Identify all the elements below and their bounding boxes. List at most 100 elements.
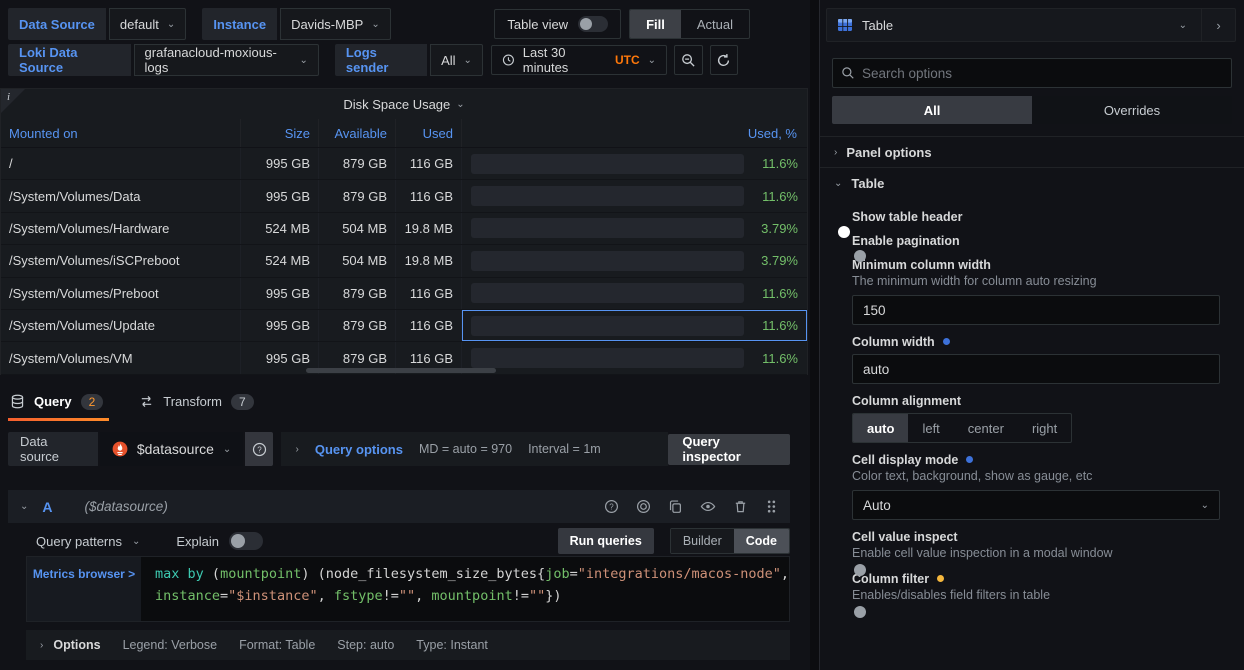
main-area: Data Source default⌄ Instance Davids-MBP…: [0, 0, 818, 670]
code-token: !=: [513, 588, 529, 604]
actual-option[interactable]: Actual: [681, 10, 749, 38]
option-description: Color text, background, show as gauge, e…: [852, 469, 1220, 485]
help-circle-icon[interactable]: ?: [604, 499, 619, 514]
explain-switch[interactable]: [229, 532, 263, 550]
metrics-browser-link[interactable]: Metrics browser >: [33, 567, 135, 581]
pane-divider[interactable]: [810, 0, 819, 670]
query-ref-id[interactable]: A: [42, 499, 52, 515]
align-right-option[interactable]: right: [1018, 414, 1071, 442]
drag-handle-icon[interactable]: [765, 499, 778, 514]
cell-used-pct-gauge[interactable]: 3.79%: [462, 213, 807, 244]
table-view-toggle-box: Table view: [494, 9, 621, 39]
cell-size: 995 GB: [241, 278, 319, 309]
align-left-option[interactable]: left: [908, 414, 953, 442]
chevron-right-icon: ›: [834, 147, 837, 158]
chevron-right-icon[interactable]: ›: [295, 444, 298, 455]
align-center-option[interactable]: center: [954, 414, 1018, 442]
cell-used-pct-gauge[interactable]: 11.6%: [462, 278, 807, 309]
section-label: Table: [851, 176, 884, 191]
panel-header[interactable]: Disk Space Usage ⌄: [1, 89, 807, 119]
datasource-help-button[interactable]: ?: [245, 432, 273, 466]
gauge-track: [471, 186, 744, 206]
explain-label: Explain: [176, 534, 219, 549]
cell-used-pct-gauge[interactable]: 11.6%: [462, 148, 807, 179]
query-options-footer[interactable]: › Options Legend: Verbose Format: Table …: [26, 630, 790, 660]
visualization-picker[interactable]: Table ⌄ ›: [826, 8, 1236, 42]
section-panel-options[interactable]: › Panel options: [820, 137, 1244, 167]
promql-code[interactable]: max by (mountpoint) (node_filesystem_siz…: [141, 557, 789, 621]
variable-label: Logs sender: [335, 44, 427, 76]
expand-pane-button[interactable]: ›: [1201, 9, 1235, 41]
duplicate-icon[interactable]: [668, 499, 683, 514]
chevron-down-icon[interactable]: ⌄: [1165, 20, 1201, 31]
trash-icon[interactable]: [733, 499, 748, 514]
cell-used-pct-gauge[interactable]: 3.79%: [462, 245, 807, 276]
time-controls: Last 30 minutes UTC ⌄: [491, 45, 738, 75]
cell-display-mode-select[interactable]: Auto ⌄: [852, 490, 1220, 520]
table-row[interactable]: /System/Volumes/Update995 GB879 GB116 GB…: [1, 310, 807, 342]
variable-label: Data Source: [8, 8, 106, 40]
variable-value-dropdown[interactable]: default⌄: [109, 8, 186, 40]
column-header-available[interactable]: Available: [319, 119, 396, 147]
table-row[interactable]: /System/Volumes/Preboot995 GB879 GB116 G…: [1, 278, 807, 310]
tab-overrides[interactable]: Overrides: [1032, 96, 1232, 124]
zoom-out-icon: [681, 53, 696, 68]
table-view-switch[interactable]: [578, 16, 608, 32]
type-setting: Type: Instant: [416, 638, 488, 652]
code-option[interactable]: Code: [734, 529, 789, 553]
datasource-picker[interactable]: $datasource ⌄: [100, 432, 243, 466]
transform-icon: [139, 394, 154, 409]
cell-size: 995 GB: [241, 310, 319, 341]
variable-value-dropdown[interactable]: Davids-MBP⌄: [280, 8, 391, 40]
tab-all[interactable]: All: [832, 96, 1032, 124]
table-row[interactable]: /995 GB879 GB116 GB11.6%: [1, 148, 807, 180]
used-percent-value: 11.6%: [754, 189, 798, 204]
column-header-used[interactable]: Used: [396, 119, 462, 147]
cell-size: 995 GB: [241, 148, 319, 179]
option-label: Column filter: [852, 571, 1220, 586]
run-queries-button[interactable]: Run queries: [558, 528, 654, 554]
cell-used-pct-gauge[interactable]: 11.6%: [462, 310, 807, 341]
column-header-size[interactable]: Size: [241, 119, 319, 147]
table-row[interactable]: /System/Volumes/iSCPreboot524 MB504 MB19…: [1, 245, 807, 277]
tab-transform[interactable]: Transform 7: [137, 388, 259, 421]
column-width-input[interactable]: [852, 354, 1220, 384]
table-body: /995 GB879 GB116 GB11.6%/System/Volumes/…: [1, 148, 807, 375]
tab-query[interactable]: Query 2: [8, 388, 109, 421]
disable-query-icon[interactable]: [636, 499, 651, 514]
query-options-link[interactable]: Query options: [315, 442, 403, 457]
query-patterns-label[interactable]: Query patterns: [36, 534, 122, 549]
options-search-box[interactable]: [832, 58, 1232, 88]
clock-icon: [502, 53, 515, 67]
section-table[interactable]: ⌄ Table: [820, 168, 1244, 198]
time-picker-button[interactable]: Last 30 minutes UTC ⌄: [491, 45, 667, 75]
collapse-chevron-icon[interactable]: ⌄: [20, 501, 28, 512]
minimum-column-width-input[interactable]: [852, 295, 1220, 325]
time-range-label: Last 30 minutes: [523, 45, 607, 75]
option-label: Show table header: [852, 209, 1220, 224]
variable-value-dropdown[interactable]: grafanacloud-moxious-logs⌄: [134, 44, 319, 76]
code-token: instance: [155, 588, 220, 604]
builder-option[interactable]: Builder: [671, 529, 734, 553]
refresh-button[interactable]: [710, 45, 739, 75]
metrics-browser-column: Metrics browser >: [27, 557, 141, 621]
column-header-used-pct[interactable]: Used, %: [462, 119, 807, 147]
query-row-a: ⌄ A ($datasource) ?: [8, 490, 790, 523]
options-label: Options: [53, 638, 100, 652]
table-row[interactable]: /System/Volumes/Hardware524 MB504 MB19.8…: [1, 213, 807, 245]
cell-used-pct-gauge[interactable]: 11.6%: [462, 342, 807, 373]
zoom-out-button[interactable]: [674, 45, 703, 75]
cell-used-pct-gauge[interactable]: 11.6%: [462, 180, 807, 211]
align-auto-option[interactable]: auto: [853, 414, 908, 442]
query-inspector-button[interactable]: Query inspector: [668, 434, 790, 465]
timezone-label: UTC: [615, 53, 640, 67]
code-token: =: [220, 588, 228, 604]
eye-icon[interactable]: [700, 499, 716, 514]
table-row[interactable]: /System/Volumes/Data995 GB879 GB116 GB11…: [1, 180, 807, 212]
fill-option[interactable]: Fill: [630, 10, 681, 38]
variable-value-dropdown[interactable]: All⌄: [430, 44, 483, 76]
options-search-input[interactable]: [862, 66, 1223, 81]
column-header-mounted-on[interactable]: Mounted on: [1, 119, 241, 147]
code-token: by: [188, 566, 204, 582]
horizontal-scrollbar[interactable]: [306, 368, 496, 373]
